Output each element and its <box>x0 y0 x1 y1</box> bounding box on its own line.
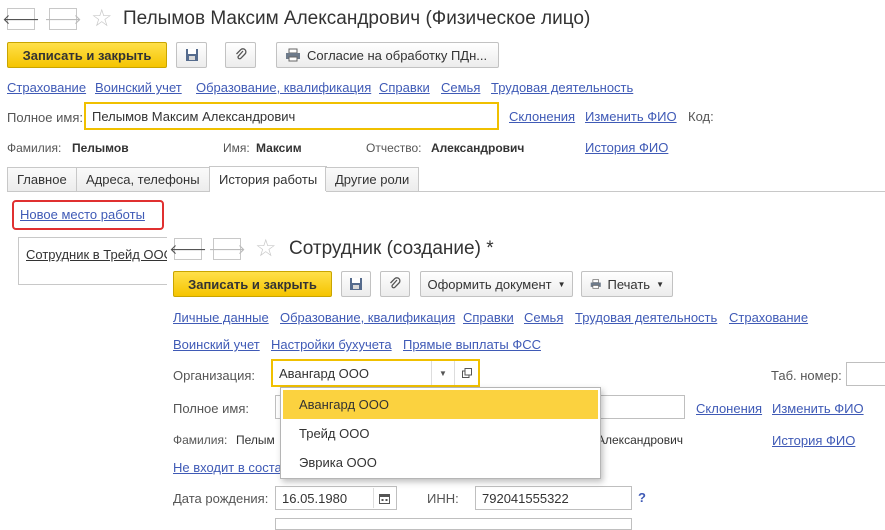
back-button[interactable]: 🡐 <box>2 8 40 30</box>
star-icon[interactable]: ☆ <box>91 7 113 31</box>
help-icon[interactable]: ? <box>638 490 646 505</box>
patronymic-label: Отчество: <box>366 141 422 155</box>
front-save-button[interactable] <box>341 271 371 297</box>
chevron-down-icon: ▼ <box>557 279 566 289</box>
window-title: Пелымов Максим Александрович (Физическое… <box>123 8 591 29</box>
link-insurance[interactable]: Страхование <box>729 310 808 325</box>
link-military[interactable]: Воинский учет <box>173 337 260 352</box>
front-forward-button[interactable]: 🡒 <box>208 238 246 260</box>
create-document-button[interactable]: Оформить документ ▼ <box>420 271 573 297</box>
link-family[interactable]: Семья <box>524 310 563 325</box>
name-label: Имя: <box>223 141 250 155</box>
link-education[interactable]: Образование, квалификация <box>280 310 455 325</box>
chevron-down-icon: ▼ <box>656 279 664 289</box>
next-field-input[interactable] <box>275 518 632 530</box>
birth-date-value: 16.05.1980 <box>282 490 348 506</box>
arrow-left-icon: 🡐 <box>169 240 207 257</box>
birth-date-label: Дата рождения: <box>173 491 269 506</box>
inn-label: ИНН: <box>427 491 459 506</box>
full-name-input[interactable]: Пелымов Максим Александрович <box>84 102 499 130</box>
organization-dropdown-list: Авангард ООО Трейд ООО Эврика ООО <box>280 387 601 479</box>
paperclip-icon <box>390 277 401 289</box>
calendar-button[interactable] <box>373 488 395 508</box>
link-insurance[interactable]: Страхование <box>7 80 86 95</box>
tab-divider <box>7 191 885 192</box>
fio-history-link[interactable]: История ФИО <box>585 140 668 155</box>
chevron-down-icon: ▼ <box>439 368 447 378</box>
consent-button[interactable]: Согласие на обработку ПДн... <box>276 42 499 68</box>
surname-value: Пелымов <box>72 141 129 155</box>
tab-main[interactable]: Главное <box>7 167 77 191</box>
patronymic-value: Александрович <box>431 141 525 155</box>
front-window: 🡐 🡒 ☆ Сотрудник (создание) * Записать и … <box>167 230 885 530</box>
link-certificates[interactable]: Справки <box>463 310 514 325</box>
tab-other-roles[interactable]: Другие роли <box>325 167 420 191</box>
floppy-disk-icon <box>185 49 198 61</box>
calendar-icon <box>379 493 390 504</box>
surname-label: Фамилия: <box>7 141 62 155</box>
forward-button[interactable]: 🡒 <box>44 8 82 30</box>
link-labor[interactable]: Трудовая деятельность <box>491 80 633 95</box>
link-certificates[interactable]: Справки <box>379 80 430 95</box>
tab-work-history[interactable]: История работы <box>209 166 328 192</box>
create-document-label: Оформить документ <box>427 276 552 292</box>
printer-icon <box>590 279 601 289</box>
patronymic-value: Александрович <box>597 433 684 447</box>
surname-value: Пелым <box>236 433 275 447</box>
print-label: Печать <box>607 276 651 292</box>
name-value: Максим <box>256 141 302 155</box>
arrow-right-icon: 🡒 <box>44 10 82 27</box>
link-education[interactable]: Образование, квалификация <box>196 80 371 95</box>
inn-input[interactable]: 792041555322 <box>475 486 632 510</box>
floppy-disk-icon <box>350 278 362 290</box>
consent-label: Согласие на обработку ПДн... <box>307 47 488 63</box>
attach-button[interactable] <box>225 42 256 68</box>
front-save-close-button[interactable]: Записать и закрыть <box>173 271 332 297</box>
link-accounting-settings[interactable]: Настройки бухучета <box>271 337 392 352</box>
paperclip-icon <box>235 48 247 60</box>
link-fss-payments[interactable]: Прямые выплаты ФСС <box>403 337 541 352</box>
link-family[interactable]: Семья <box>441 80 480 95</box>
declension-link[interactable]: Склонения <box>509 109 575 124</box>
code-label: Код: <box>688 109 714 124</box>
organization-dropdown-toggle[interactable]: ▼ <box>431 361 454 385</box>
arrow-left-icon: 🡐 <box>2 10 40 27</box>
dropdown-item-evrika[interactable]: Эврика ООО <box>283 448 598 477</box>
surname-label: Фамилия: <box>173 433 228 447</box>
tab-number-input[interactable] <box>846 362 885 386</box>
not-in-staff-link[interactable]: Не входит в соста <box>173 460 282 475</box>
dropdown-item-treid[interactable]: Трейд ООО <box>283 419 598 448</box>
open-window-icon <box>461 368 472 378</box>
front-back-button[interactable]: 🡐 <box>169 238 207 260</box>
front-window-title: Сотрудник (создание) * <box>289 238 494 259</box>
organization-open-button[interactable] <box>454 361 478 385</box>
star-icon[interactable]: ☆ <box>255 237 277 261</box>
save-button[interactable] <box>176 42 207 68</box>
printer-icon <box>286 48 300 62</box>
arrow-right-icon: 🡒 <box>208 240 246 257</box>
work-list-item[interactable]: Сотрудник в Трейд ООО <box>26 247 172 262</box>
full-name-label: Полное имя: <box>173 401 249 416</box>
change-fio-link[interactable]: Изменить ФИО <box>772 401 864 416</box>
save-close-button[interactable]: Записать и закрыть <box>7 42 167 68</box>
new-workplace-link[interactable]: Новое место работы <box>20 207 145 222</box>
fio-history-link[interactable]: История ФИО <box>772 433 855 448</box>
change-fio-link[interactable]: Изменить ФИО <box>585 109 677 124</box>
link-personal-data[interactable]: Личные данные <box>173 310 269 325</box>
dropdown-item-avangard[interactable]: Авангард ООО <box>283 390 598 419</box>
declension-link[interactable]: Склонения <box>696 401 762 416</box>
print-button[interactable]: Печать ▼ <box>581 271 673 297</box>
organization-label: Организация: <box>173 368 256 383</box>
front-attach-button[interactable] <box>380 271 410 297</box>
link-labor[interactable]: Трудовая деятельность <box>575 310 717 325</box>
tab-addresses[interactable]: Адреса, телефоны <box>76 167 210 191</box>
tab-number-label: Таб. номер: <box>771 368 842 383</box>
full-name-label: Полное имя: <box>7 110 83 125</box>
link-military[interactable]: Воинский учет <box>95 80 182 95</box>
